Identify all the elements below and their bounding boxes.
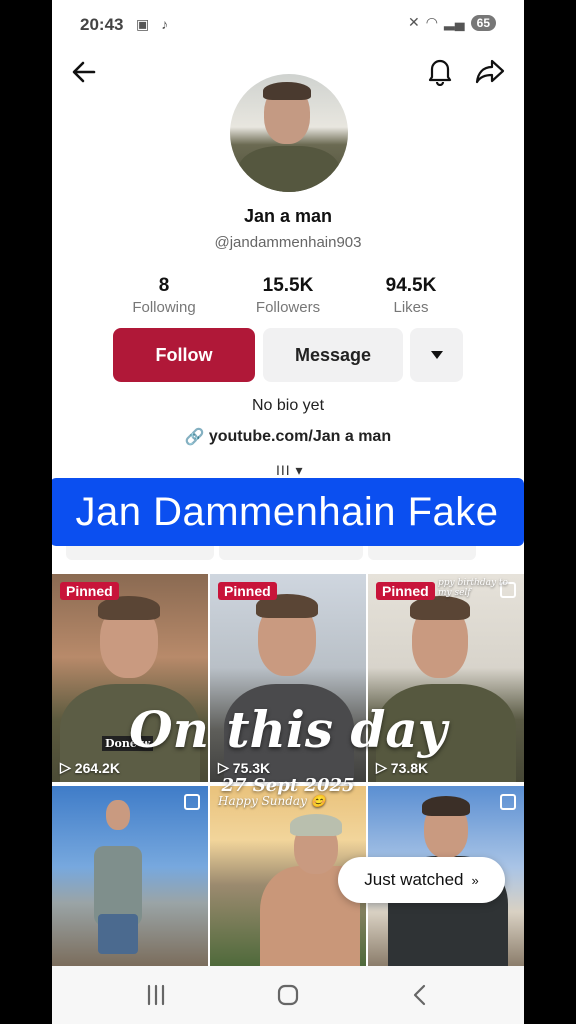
status-time: 20:43 <box>80 15 124 34</box>
video-grid: Pinned Done w ▷ 264.2K Pinned ▷ 75.3K Pinn… <box>52 574 524 966</box>
pinned-badge: Pinned <box>376 582 435 600</box>
stat-label: Likes <box>393 299 429 316</box>
battery-badge: 65 <box>470 14 496 31</box>
profile-screen: 20:43 ▣ ♪ ✕ ◠ ▂▄ 65 Jan a man @jandammen… <box>52 0 524 1024</box>
share-icon[interactable] <box>475 57 505 85</box>
avatar[interactable] <box>230 74 348 192</box>
on-this-day-overlay: On this day <box>129 700 447 759</box>
stat-label: Following <box>132 299 196 316</box>
pinned-badge: Pinned <box>218 582 277 600</box>
just-watched-label: Just watched <box>364 870 464 889</box>
back-nav-icon[interactable] <box>405 982 435 1008</box>
stat-label: Followers <box>255 299 321 316</box>
username: @jandammenhain903 <box>214 234 362 251</box>
stat-followers[interactable]: 15.5K Followers <box>233 275 343 316</box>
more-options-button[interactable] <box>410 328 463 382</box>
stat-following[interactable]: 8 Following <box>109 275 219 316</box>
view-count: ▷ 264.2K <box>60 759 120 776</box>
view-count-value: 264.2K <box>74 759 120 776</box>
play-icon: ▷ <box>376 759 387 775</box>
mute-icon: ✕ <box>408 14 420 30</box>
back-arrow-icon[interactable] <box>70 58 98 86</box>
bio-text: No bio yet <box>251 397 325 414</box>
stat-value: 15.5K <box>262 275 314 296</box>
hidden-chip[interactable] <box>368 546 476 560</box>
view-count-value: 73.8K <box>390 759 429 776</box>
stat-value: 8 <box>158 275 170 296</box>
video-thumbnail[interactable] <box>52 786 208 966</box>
notification-icons: ▣ ♪ <box>136 16 173 32</box>
overlay-banner: Jan Dammenhain Fake <box>52 478 524 546</box>
status-bar: 20:43 ▣ ♪ ✕ ◠ ▂▄ 65 <box>52 0 524 48</box>
follow-button[interactable]: Follow <box>113 328 255 382</box>
video-caption: ppy birthday to my self <box>438 578 508 598</box>
on-this-day-date: 27 Sept 2025 <box>221 775 355 796</box>
display-name: Jan a man <box>243 206 333 226</box>
play-icon: ▷ <box>218 759 229 775</box>
recent-apps-icon[interactable] <box>141 982 171 1008</box>
view-count-value: 75.3K <box>232 759 271 776</box>
multi-photo-icon <box>500 794 516 810</box>
pinned-badge: Pinned <box>60 582 119 600</box>
play-icon: ▷ <box>60 759 71 775</box>
message-button[interactable]: Message <box>263 328 403 382</box>
link-icon: 🔗 <box>184 429 205 446</box>
home-icon[interactable] <box>273 982 303 1008</box>
view-count: ▷ 75.3K <box>218 759 270 776</box>
video-caption: Happy Sunday 😊 <box>218 794 326 808</box>
just-watched-button[interactable]: Just watched » <box>338 857 505 903</box>
signal-icon: ▂▄ <box>443 14 465 30</box>
hidden-chip[interactable] <box>219 546 363 560</box>
stat-value: 94.5K <box>385 275 437 296</box>
double-chevron-down-icon: » <box>471 872 479 888</box>
stat-likes[interactable]: 94.5K Likes <box>356 275 466 316</box>
caret-down-icon <box>430 351 443 359</box>
view-count: ▷ 73.8K <box>376 759 428 776</box>
multi-photo-icon <box>184 794 200 810</box>
wifi-icon: ◠ <box>425 14 438 30</box>
profile-link[interactable]: 🔗 youtube.com/Jan a man <box>52 427 524 447</box>
status-right: ✕ ◠ ▂▄ 65 <box>408 14 496 31</box>
system-nav-bar <box>52 966 524 1024</box>
profile-link-text: youtube.com/Jan a man <box>208 428 392 445</box>
hidden-chip[interactable] <box>66 546 214 560</box>
tab-bar-icon[interactable]: III ▾ <box>276 462 304 479</box>
bell-icon[interactable] <box>426 56 454 86</box>
